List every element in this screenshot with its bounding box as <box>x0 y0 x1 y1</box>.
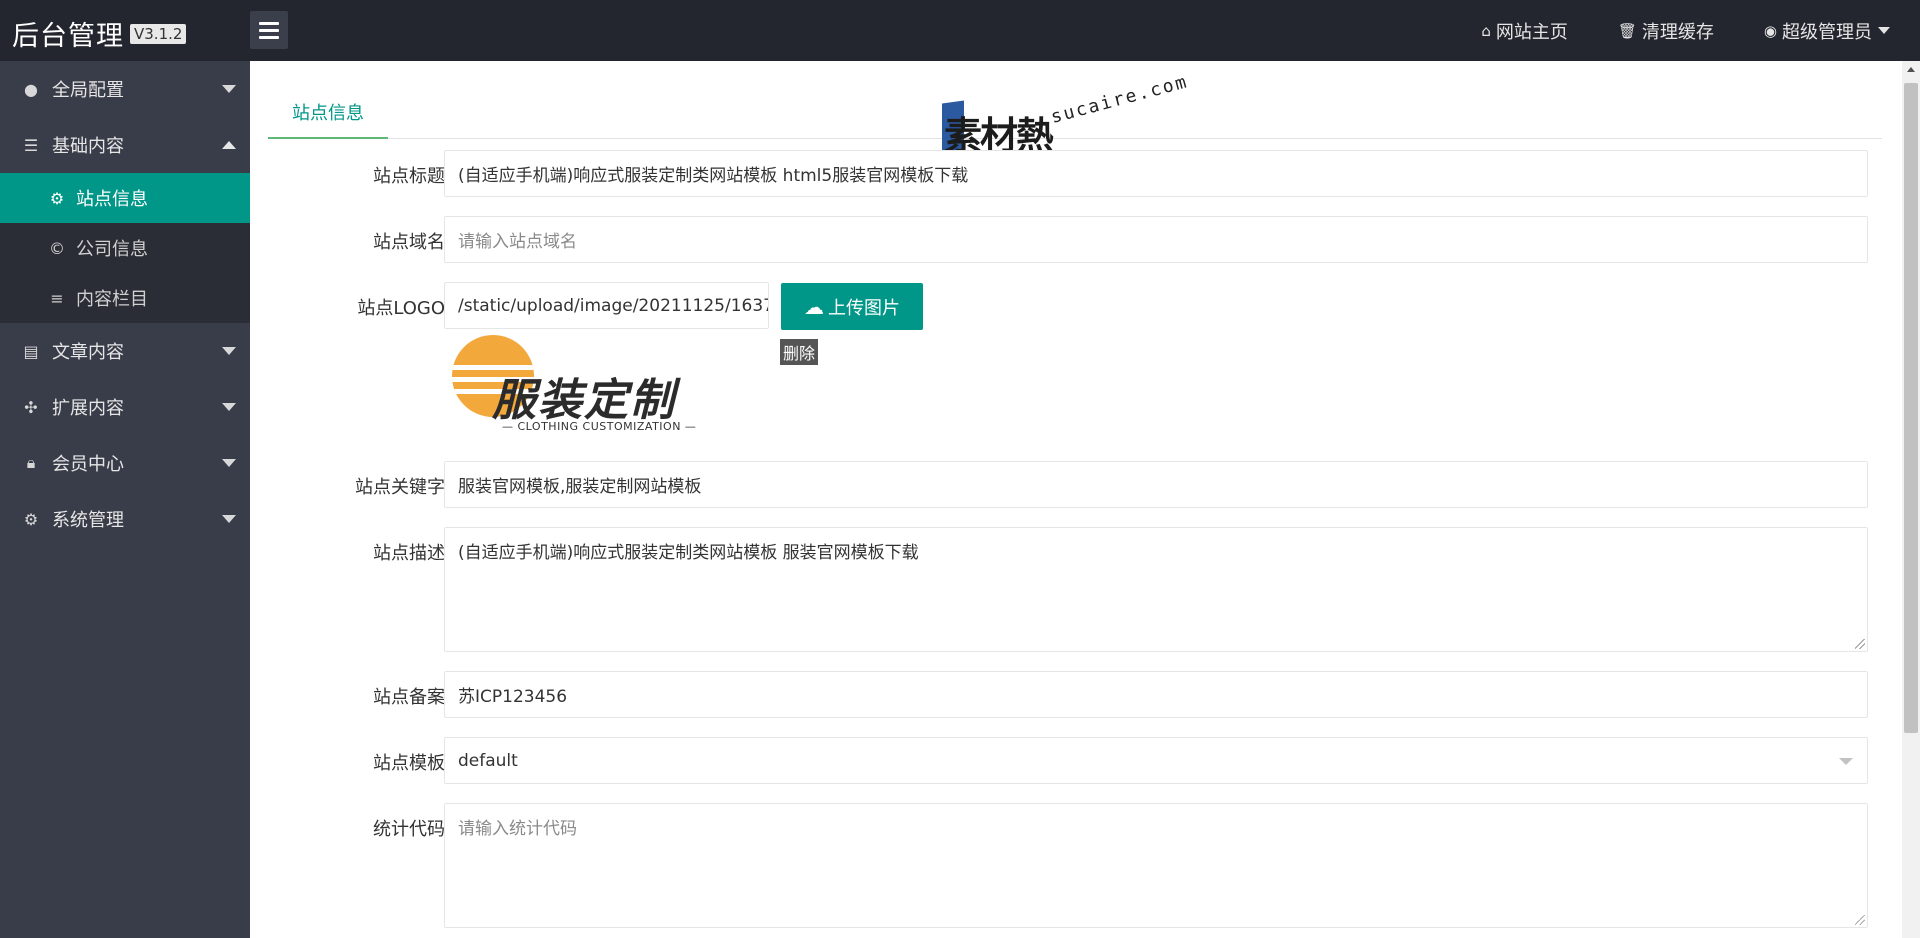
menu-toggle-button[interactable] <box>250 11 288 49</box>
site-template-value: default <box>458 750 518 771</box>
site-domain-input[interactable]: 请输入站点域名 <box>444 216 1868 263</box>
chevron-up-icon <box>222 141 236 149</box>
sidebar-item-label: 扩展内容 <box>52 398 124 419</box>
user-menu[interactable]: ◉ 超级管理员 <box>1764 18 1890 44</box>
sidebar-item-label: 文章内容 <box>52 342 124 363</box>
sidebar-item-label: 全局配置 <box>52 80 124 101</box>
lock-icon: 🔒︎ <box>26 453 36 472</box>
resize-grip-icon[interactable] <box>1855 915 1865 925</box>
home-link[interactable]: ⌂ 网站主页 <box>1481 18 1568 44</box>
chevron-down-icon <box>222 403 236 411</box>
site-logo-input[interactable]: /static/upload/image/20211125/16378512 <box>444 282 769 329</box>
sidebar: ● 全局配置 ☰ 基础内容 ⚙ 站点信息 © 公司信息 ≡ 内容栏目 ▤ 文章内… <box>0 61 250 938</box>
sidebar-item-system[interactable]: ⚙ 系统管理 <box>0 491 250 547</box>
chevron-down-icon <box>222 347 236 355</box>
site-description-text: (自适应手机端)响应式服装定制类网站模板 服装官网模板下载 <box>458 543 919 563</box>
hamburger-icon <box>259 21 279 25</box>
stats-code-placeholder: 请输入统计代码 <box>458 819 577 839</box>
expand-icon: ✣ <box>24 397 38 417</box>
brand: 后台管理 V3.1.2 <box>12 14 187 53</box>
sidebar-item-label: 公司信息 <box>76 239 148 260</box>
sidebar-item-label: 内容栏目 <box>76 289 148 310</box>
sidebar-item-extensions[interactable]: ✣ 扩展内容 <box>0 379 250 435</box>
logo-preview-text: 服装定制 <box>492 375 676 426</box>
site-template-label: 站点模板 <box>373 753 445 774</box>
chevron-down-icon <box>1878 27 1890 34</box>
sidebar-item-content-columns[interactable]: ≡ 内容栏目 <box>0 273 250 323</box>
site-keywords-input[interactable]: 服装官网模板,服装定制网站模板 <box>444 461 1868 508</box>
site-logo-label: 站点LOGO <box>357 298 445 319</box>
site-domain-label: 站点域名 <box>373 232 445 253</box>
sidebar-item-label: 基础内容 <box>52 136 124 157</box>
site-title-label: 站点标题 <box>373 166 445 187</box>
resize-grip-icon[interactable] <box>1855 639 1865 649</box>
site-description-textarea[interactable]: (自适应手机端)响应式服装定制类网站模板 服装官网模板下载 <box>444 527 1868 652</box>
top-header: 后台管理 V3.1.2 ⌂ 网站主页 🗑 清理缓存 ◉ 超级管理员 <box>0 0 1920 61</box>
sliders-icon: ☰ <box>23 135 39 155</box>
gear-icon: ⚙ <box>23 509 39 529</box>
site-title-input[interactable]: (自适应手机端)响应式服装定制类网站模板 html5服装官网模板下载 <box>444 150 1868 197</box>
user-menu-label: 超级管理员 <box>1782 21 1872 43</box>
site-icp-label: 站点备案 <box>373 687 445 708</box>
gear-icon: ⚙ <box>49 188 65 208</box>
page-scrollbar[interactable] <box>1902 61 1920 938</box>
clear-cache-link[interactable]: 🗑 清理缓存 <box>1618 18 1714 44</box>
user-circle-icon: ◉ <box>1763 21 1777 40</box>
home-link-label: 网站主页 <box>1495 21 1568 43</box>
sidebar-item-global-config[interactable]: ● 全局配置 <box>0 61 250 117</box>
globe-icon: ● <box>24 79 38 99</box>
scroll-up-arrow-icon[interactable] <box>1907 67 1915 72</box>
sidebar-item-members[interactable]: 🔒︎ 会员中心 <box>0 435 250 491</box>
version-badge: V3.1.2 <box>130 23 187 44</box>
home-icon: ⌂ <box>1481 21 1491 40</box>
header-links: ⌂ 网站主页 🗑 清理缓存 ◉ 超级管理员 <box>1481 0 1920 61</box>
sidebar-item-site-info[interactable]: ⚙ 站点信息 <box>0 173 250 223</box>
stats-code-textarea[interactable]: 请输入统计代码 <box>444 803 1868 928</box>
logo-preview-subtext: — CLOTHING CUSTOMIZATION — <box>502 420 697 433</box>
chevron-down-icon <box>1839 758 1853 765</box>
watermark-url: sucaire.com <box>1048 71 1191 128</box>
list-icon: ≡ <box>50 288 64 308</box>
upload-button-label: 上传图片 <box>828 297 900 319</box>
site-description-label: 站点描述 <box>373 543 445 564</box>
tab-site-info[interactable]: 站点信息 <box>268 86 388 139</box>
trash-icon: 🗑 <box>1617 21 1637 40</box>
chevron-down-icon <box>222 515 236 523</box>
delete-image-button[interactable]: 删除 <box>780 339 819 365</box>
chevron-down-icon <box>222 85 236 93</box>
copyright-icon: © <box>49 238 65 258</box>
site-template-select[interactable]: default <box>444 737 1868 784</box>
sidebar-item-basic-content[interactable]: ☰ 基础内容 <box>0 117 250 173</box>
cloud-upload-icon: ☁ <box>804 294 824 319</box>
chevron-down-icon <box>222 459 236 467</box>
sidebar-submenu: ⚙ 站点信息 © 公司信息 ≡ 内容栏目 <box>0 173 250 323</box>
sidebar-item-articles[interactable]: ▤ 文章内容 <box>0 323 250 379</box>
upload-image-button[interactable]: ☁ 上传图片 <box>781 283 923 330</box>
scrollbar-thumb[interactable] <box>1904 83 1918 733</box>
sidebar-item-label: 会员中心 <box>52 454 124 475</box>
sidebar-item-label: 站点信息 <box>76 189 148 210</box>
logo-preview-image: 服装定制 — CLOTHING CUSTOMIZATION — <box>452 335 697 435</box>
site-icp-input[interactable]: 苏ICP123456 <box>444 671 1868 718</box>
clear-cache-label: 清理缓存 <box>1641 21 1714 43</box>
file-icon: ▤ <box>23 341 39 361</box>
brand-title: 后台管理 <box>12 21 124 52</box>
sidebar-item-company-info[interactable]: © 公司信息 <box>0 223 250 273</box>
stats-code-label: 统计代码 <box>373 819 445 840</box>
sidebar-item-label: 系统管理 <box>52 510 124 531</box>
site-keywords-label: 站点关键字 <box>355 477 445 498</box>
main-content: 站点信息 素材熱 sucaire.com 站点标题 (自适应手机端)响应式服装定… <box>250 61 1902 938</box>
